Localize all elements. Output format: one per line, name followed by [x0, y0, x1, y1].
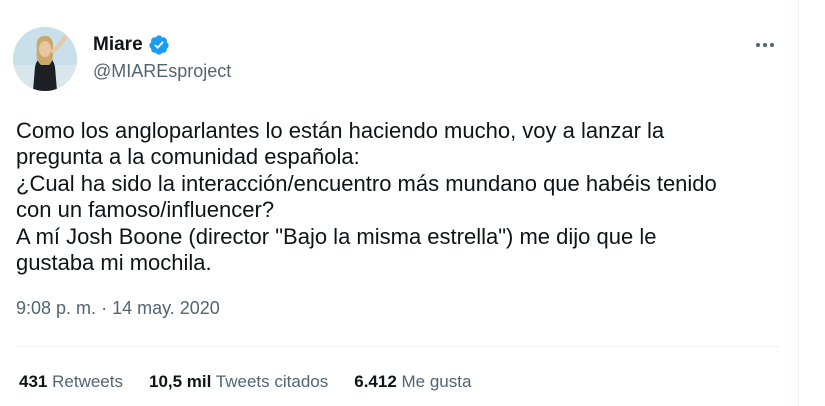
tweet-text-line: Como los angloparlantes lo están haciend…	[16, 118, 665, 143]
retweets-label: Retweets	[52, 372, 123, 391]
avatar[interactable]	[13, 27, 77, 91]
tweet-text: Como los angloparlantes lo están haciend…	[16, 118, 776, 276]
column-border	[798, 0, 799, 406]
more-dot	[770, 43, 774, 47]
avatar-image	[13, 27, 77, 91]
author-display-name[interactable]: Miare	[93, 34, 143, 56]
tweet-text-line: ¿Cual ha sido la interacción/encuentro m…	[16, 170, 717, 196]
quote-tweets-stat[interactable]: 10,5 mil Tweets citados	[149, 372, 328, 392]
tweet-detail: Miare @MIAREsproject Como los angloparla…	[0, 0, 798, 406]
tweet-date-link[interactable]: 14 may. 2020	[112, 298, 220, 318]
more-dot	[763, 43, 767, 47]
quote-tweets-count: 10,5 mil	[148, 372, 212, 391]
author-name-row: Miare	[93, 32, 170, 58]
retweets-count: 431	[19, 372, 48, 391]
likes-stat[interactable]: 6.412 Me gusta	[354, 372, 471, 392]
engagement-stats: 431 Retweets 10,5 mil Tweets citados 6.4…	[19, 370, 471, 394]
retweets-stat[interactable]: 431 Retweets	[19, 372, 123, 392]
tweet-time-link[interactable]: 9:08 p. m.	[16, 298, 96, 318]
timestamp-separator: ·	[101, 298, 108, 318]
tweet-text-line: A mí Josh Boone (director "Bajo la misma…	[16, 223, 657, 249]
tweet-text-line: con un famoso/influencer?	[16, 197, 275, 223]
divider	[16, 346, 780, 347]
tweet-timestamp: 9:08 p. m. · 14 may. 2020	[16, 298, 220, 319]
verified-badge-icon	[148, 34, 170, 56]
more-options-icon[interactable]	[748, 32, 782, 58]
tweet-text-line: gustaba mi mochila.	[16, 250, 212, 276]
likes-count: 6.412	[354, 372, 397, 391]
more-dot	[756, 43, 760, 47]
author-handle[interactable]: @MIAREsproject	[93, 61, 231, 82]
quote-tweets-label: Tweets citados	[215, 372, 329, 391]
likes-label: Me gusta	[401, 372, 472, 391]
tweet-text-line: pregunta a la comunidad española:	[16, 144, 360, 170]
